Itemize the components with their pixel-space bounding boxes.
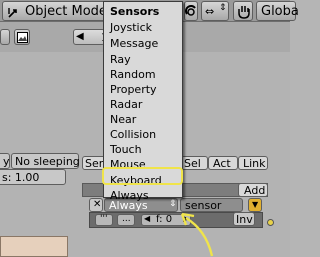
view-button[interactable]: [0, 29, 10, 45]
global-label: Globa: [261, 4, 299, 19]
act-label: Act: [213, 157, 231, 170]
pulse-true-button[interactable]: ''': [95, 214, 113, 226]
hand-icon: [238, 6, 250, 19]
sensor-collapse-button[interactable]: ▼: [248, 198, 262, 212]
pulse-true-label: ''': [100, 214, 108, 224]
frame-field[interactable]: ◀ 1: [73, 29, 108, 45]
freq-left-arrow-icon[interactable]: ◀: [144, 215, 150, 223]
no-sleeping-label: No sleeping: [15, 155, 80, 168]
menu-item-collision[interactable]: Collision: [110, 128, 156, 141]
sel-label: Sel: [184, 157, 201, 170]
pulse-false-label: ...: [122, 214, 131, 224]
radius-field[interactable]: s: 1.00: [0, 169, 66, 185]
invert-button[interactable]: Inv: [233, 212, 255, 226]
sensors-menu-title: Sensors: [110, 5, 160, 18]
menu-item-touch[interactable]: Touch: [110, 143, 142, 156]
delete-sensor-button[interactable]: ✕: [89, 198, 103, 212]
add-sensor-button[interactable]: Add: [238, 183, 268, 197]
frame-left-arrow-icon[interactable]: ◀: [76, 32, 84, 42]
damping-button[interactable]: y: [0, 153, 10, 169]
image-button[interactable]: [14, 29, 30, 45]
pulse-false-button[interactable]: ...: [117, 214, 135, 226]
radius-label: s: 1.00: [2, 171, 40, 184]
menu-item-random[interactable]: Random: [110, 68, 156, 81]
transform-orientation-button[interactable]: Globa: [256, 1, 299, 21]
object-mode-icon: [8, 8, 17, 18]
pivot-button[interactable]: ⇔ ⇕: [201, 1, 229, 21]
shading-icon: [185, 5, 196, 16]
act-button[interactable]: Act: [208, 156, 238, 170]
draw-type-button[interactable]: [184, 1, 198, 21]
no-sleeping-button[interactable]: No sleeping: [11, 153, 80, 169]
updown-arrows-icon: ⇕: [219, 3, 227, 13]
triangle-down-icon: ▼: [252, 200, 259, 209]
menu-item-always[interactable]: Always: [110, 189, 149, 202]
menu-item-near[interactable]: Near: [110, 113, 136, 126]
object-mode-label: Object Mode: [25, 4, 107, 19]
link-label: Link: [243, 157, 266, 170]
add-label: Add: [244, 184, 266, 197]
menu-item-message[interactable]: Message: [110, 37, 158, 50]
image-icon: [17, 32, 28, 43]
sensor-link-dot[interactable]: [267, 219, 274, 226]
menu-item-joystick[interactable]: Joystick: [110, 21, 152, 34]
menu-item-radar[interactable]: Radar: [110, 98, 142, 111]
inv-label: Inv: [236, 213, 253, 226]
manipulator-hand-button[interactable]: [233, 1, 253, 21]
link-button[interactable]: Link: [238, 156, 268, 170]
menu-item-property[interactable]: Property: [110, 83, 157, 96]
damping-label: y: [3, 155, 10, 168]
sel-button[interactable]: Sel: [181, 156, 208, 170]
object-mode-button[interactable]: Object Mode: [2, 1, 107, 21]
keyboard-highlight: [102, 167, 183, 185]
preview-panel: [0, 236, 68, 257]
pivot-icon: ⇔: [205, 5, 215, 18]
menu-item-ray[interactable]: Ray: [110, 53, 131, 66]
close-icon: ✕: [93, 199, 102, 210]
annotation-arrow: [180, 212, 214, 257]
